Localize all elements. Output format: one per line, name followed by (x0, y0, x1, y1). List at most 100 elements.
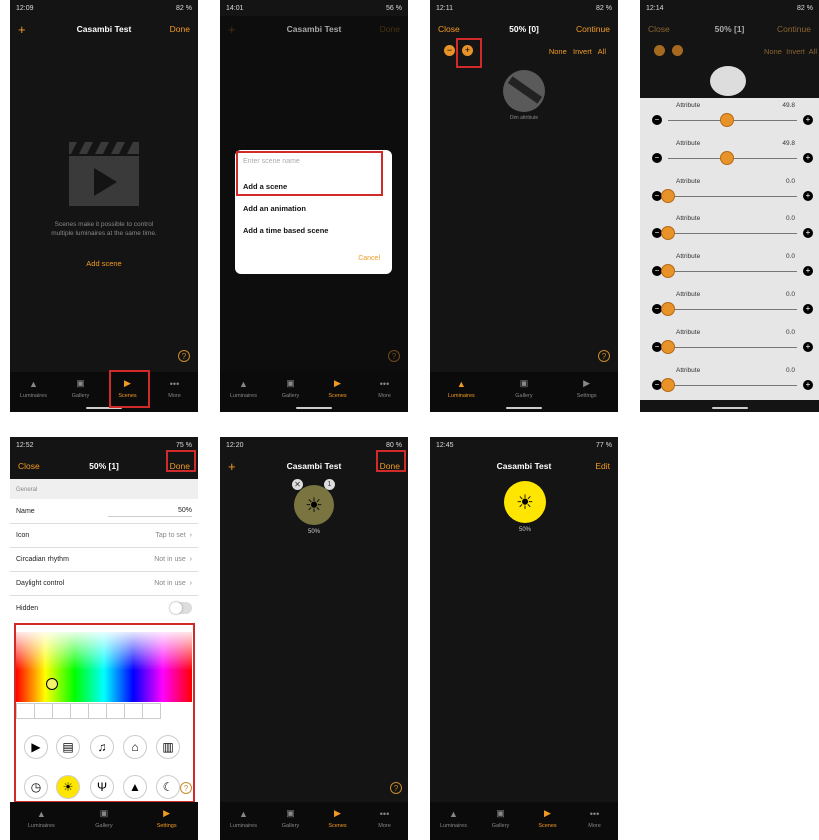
screen-scene-edit: 12:20 80 % + Casambi Test Done ☀ ✕ 1 50% … (220, 437, 408, 840)
row-circadian[interactable]: Circadian rhythm Not in use › (10, 548, 198, 572)
nav-settings[interactable]: ▶ Settings (145, 808, 189, 829)
close-button[interactable]: Close (18, 461, 40, 471)
attribute-label: Attribute (676, 291, 701, 298)
select-invert-button[interactable]: Invert (786, 47, 805, 56)
nav-luminaires[interactable]: ▲ Luminaires (222, 808, 266, 830)
nav-gallery[interactable]: ▣ Gallery (269, 808, 313, 829)
nav-luminaires[interactable]: ▲ Luminaires (222, 378, 266, 400)
help-icon[interactable]: ? (180, 782, 192, 794)
zoom-out-button[interactable]: − (444, 45, 455, 56)
row-name[interactable]: Name 50% (10, 499, 198, 524)
select-all-button[interactable]: All (809, 47, 817, 56)
nav-luminaires[interactable]: ▲ Luminaires (439, 378, 483, 400)
increase-icon[interactable]: + (803, 228, 813, 239)
delete-scene-icon[interactable]: ✕ (292, 479, 303, 490)
continue-button[interactable]: Continue (576, 24, 610, 34)
nav-luminaires[interactable]: ▲ Luminaires (432, 808, 476, 830)
continue-button[interactable]: Continue (777, 24, 811, 34)
increase-icon[interactable]: + (803, 379, 813, 390)
empty-state-text: Scenes make it possible to control multi… (51, 221, 157, 237)
select-none-button[interactable]: None (549, 47, 567, 56)
slider-knob[interactable] (661, 226, 675, 241)
increase-icon[interactable]: + (803, 341, 813, 352)
slider-track[interactable] (668, 309, 797, 310)
select-all-button[interactable]: All (598, 47, 606, 56)
add-button[interactable]: + (228, 459, 236, 474)
scene-tile[interactable]: ☀ (504, 481, 546, 523)
gallery-icon: ▣ (76, 378, 85, 388)
zoom-in-button[interactable] (672, 45, 683, 56)
nav-gallery[interactable]: ▣ Gallery (82, 808, 126, 829)
nav-gallery[interactable]: ▣ Gallery (479, 808, 523, 829)
nav-settings[interactable]: ▶ Settings (565, 378, 609, 399)
done-button[interactable]: Done (170, 24, 190, 34)
name-field[interactable]: 50% (107, 505, 192, 517)
hidden-toggle[interactable] (170, 602, 192, 614)
row-icon[interactable]: Icon Tap to set › (10, 524, 198, 548)
home-indicator (506, 407, 542, 409)
option-add-animation[interactable]: Add an animation (243, 204, 306, 213)
slider-knob[interactable] (661, 302, 675, 316)
help-icon[interactable]: ? (178, 350, 190, 362)
home-indicator (296, 407, 332, 409)
status-bar: 12:14 82 % (646, 4, 813, 12)
status-time: 12:09 (16, 4, 34, 12)
nav-scenes[interactable]: ▶ Scenes (526, 808, 570, 829)
cancel-button[interactable]: Cancel (358, 255, 380, 262)
select-none-button[interactable]: None (764, 47, 782, 56)
decrease-icon[interactable]: − (652, 152, 662, 163)
slider-track[interactable] (668, 384, 797, 386)
select-invert-button[interactable]: Invert (573, 47, 592, 56)
status-bar: 12:45 77 % (436, 441, 612, 449)
gallery-icon: ▣ (286, 378, 295, 388)
bottom-nav: ▲ Luminaires ▣ Gallery ▶ Settings (10, 802, 198, 840)
close-button[interactable]: Close (648, 24, 670, 34)
nav-gallery[interactable]: ▣ Gallery (59, 378, 103, 399)
attribute-label: Attribute (676, 102, 701, 109)
nav-scenes[interactable]: ▶ Scenes (316, 808, 360, 829)
edit-button[interactable]: Edit (595, 461, 610, 471)
nav-gallery[interactable]: ▣ Gallery (269, 378, 313, 399)
nav-more[interactable]: ••• More (153, 378, 197, 400)
nav-luminaires[interactable]: ▲ Luminaires (19, 808, 63, 830)
slider-knob[interactable] (720, 150, 735, 165)
increase-icon[interactable]: + (803, 266, 813, 277)
slider-track[interactable] (668, 346, 797, 348)
attribute-value: 0.0 (785, 291, 795, 298)
zoom-out-button[interactable] (654, 45, 665, 56)
scene-tile[interactable]: ☀ (294, 485, 334, 525)
decrease-icon[interactable]: − (652, 115, 662, 125)
status-bar: 12:09 82 % (10, 0, 198, 16)
increase-icon[interactable]: + (803, 190, 813, 201)
close-button[interactable]: Close (438, 24, 460, 34)
fixture-thumbnail[interactable] (503, 70, 545, 112)
increase-icon[interactable]: + (803, 304, 813, 314)
slider-track[interactable] (668, 195, 797, 197)
slider-knob[interactable] (661, 188, 675, 203)
attributes-sheet: Attribute 49.8 − + Attribute 49.8 − + Attribute 0… (640, 98, 819, 400)
status-bar: 12:11 82 % (436, 4, 612, 12)
option-add-time-scene[interactable]: Add a time based scene (243, 226, 328, 235)
add-scene-link[interactable]: Add scene (10, 259, 198, 268)
nav-scenes[interactable]: ▶ Scenes (316, 378, 360, 399)
row-daylight[interactable]: Daylight control Not in use › (10, 572, 198, 596)
increase-icon[interactable]: + (803, 115, 813, 125)
help-icon[interactable]: ? (390, 782, 402, 794)
slider-knob[interactable] (661, 377, 675, 392)
nav-more[interactable]: ••• More (363, 378, 407, 400)
slider-knob[interactable] (661, 339, 675, 354)
help-icon[interactable]: ? (598, 350, 610, 362)
nav-gallery[interactable]: ▣ Gallery (502, 378, 546, 399)
help-icon[interactable]: ? (388, 350, 400, 362)
fixture-thumbnail[interactable] (710, 66, 746, 96)
slider-track[interactable] (668, 233, 797, 235)
slider-knob[interactable] (661, 264, 675, 279)
attribute-label: Attribute (676, 328, 701, 336)
add-button[interactable]: + (18, 22, 26, 37)
increase-icon[interactable]: + (803, 152, 813, 163)
nav-more[interactable]: ••• More (573, 808, 617, 830)
nav-luminaires[interactable]: ▲ Luminaires (12, 378, 56, 400)
slider-track[interactable] (668, 271, 797, 273)
slider-knob[interactable] (720, 113, 735, 127)
nav-more[interactable]: ••• More (363, 808, 407, 830)
